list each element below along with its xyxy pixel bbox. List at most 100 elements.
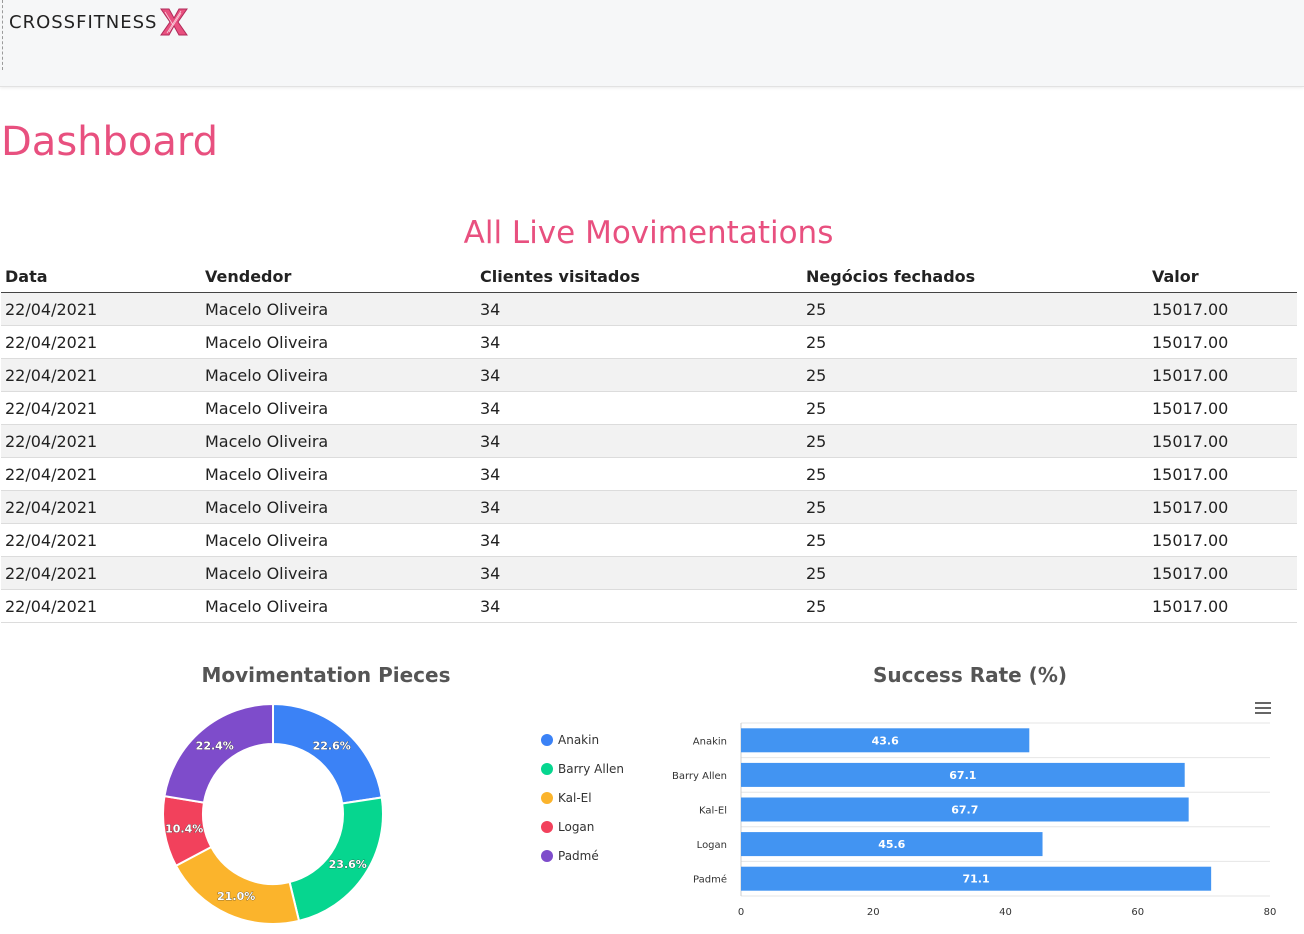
- cell-vendedor: Macelo Oliveira: [201, 556, 476, 590]
- movements-title: All Live Movimentations: [463, 215, 834, 251]
- donut-slice[interactable]: [272, 702, 383, 805]
- bar-chart: Anakin 43.6 Barry Allen 67.1 Kal-El 67.7 Logan…: [672, 722, 1277, 918]
- table-row: 22/04/2021 Macelo Oliveira 34 25 15017.0…: [1, 523, 1297, 557]
- table-row: 22/04/2021 Macelo Oliveira 34 25 15017.0…: [1, 424, 1297, 458]
- x-tick-label: 80: [1264, 907, 1277, 918]
- cell-negocios: 25: [802, 391, 1148, 425]
- cell-vendedor: Macelo Oliveira: [201, 358, 476, 392]
- legend-item-logan[interactable]: Logan: [541, 812, 624, 841]
- donut-data-label: 23.6%: [329, 858, 367, 871]
- legend-marker: [541, 791, 553, 804]
- cell-clientes: 34: [476, 424, 802, 458]
- cell-negocios: 25: [802, 457, 1148, 491]
- table-row: 22/04/2021 Macelo Oliveira 34 25 15017.0…: [1, 292, 1297, 326]
- bar-chart-title: Success Rate (%): [873, 663, 1067, 687]
- cell-clientes: 34: [476, 391, 802, 425]
- legend-label: Padmé: [558, 848, 599, 863]
- column-header-negocios[interactable]: Negócios fechados: [802, 260, 1148, 293]
- cell-negocios: 25: [802, 358, 1148, 392]
- cell-clientes: 34: [476, 292, 802, 326]
- table-row: 22/04/2021 Macelo Oliveira 34 25 15017.0…: [1, 457, 1297, 491]
- page-title: Dashboard: [1, 119, 219, 165]
- donut-slice[interactable]: [163, 702, 274, 804]
- cell-valor: 15017.00: [1148, 490, 1297, 524]
- top-navbar: CROSSFITNESS: [0, 0, 1304, 87]
- x-tick-label: 0: [738, 907, 744, 918]
- column-header-valor[interactable]: Valor: [1148, 260, 1297, 293]
- legend-item-kal-el[interactable]: Kal-El: [541, 783, 624, 812]
- legend-label: Logan: [558, 819, 595, 834]
- legend-label: Anakin: [558, 732, 600, 747]
- legend-marker: [541, 849, 553, 862]
- cell-vendedor: Macelo Oliveira: [201, 457, 476, 491]
- cell-valor: 15017.00: [1148, 325, 1297, 359]
- bar-data-label: 45.6: [878, 838, 905, 851]
- x-tick-label: 60: [1131, 907, 1144, 918]
- cell-clientes: 34: [476, 523, 802, 557]
- cell-vendedor: Macelo Oliveira: [201, 490, 476, 524]
- donut-chart-title: Movimentation Pieces: [201, 663, 451, 687]
- cell-negocios: 25: [802, 490, 1148, 524]
- bar-data-label: 43.6: [872, 734, 899, 747]
- cell-data: 22/04/2021: [1, 391, 201, 425]
- cell-valor: 15017.00: [1148, 424, 1297, 458]
- cell-negocios: 25: [802, 424, 1148, 458]
- cell-valor: 15017.00: [1148, 292, 1297, 326]
- column-header-vendedor[interactable]: Vendedor: [201, 260, 476, 293]
- cell-data: 22/04/2021: [1, 490, 201, 524]
- legend-item-barry-allen[interactable]: Barry Allen: [541, 754, 624, 783]
- legend-marker: [541, 820, 553, 833]
- legend-marker: [541, 733, 553, 746]
- column-header-clientes[interactable]: Clientes visitados: [476, 260, 802, 293]
- legend-item-padme[interactable]: Padmé: [541, 841, 624, 870]
- cell-negocios: 25: [802, 556, 1148, 590]
- cell-vendedor: Macelo Oliveira: [201, 292, 476, 326]
- x-tick-label: 40: [999, 907, 1012, 918]
- legend-label: Kal-El: [558, 790, 592, 805]
- cell-negocios: 25: [802, 292, 1148, 326]
- table-row: 22/04/2021 Macelo Oliveira 34 25 15017.0…: [1, 589, 1297, 623]
- donut-slice[interactable]: [174, 845, 301, 925]
- brand-name: CROSSFITNESS: [9, 11, 158, 33]
- cell-data: 22/04/2021: [1, 457, 201, 491]
- cell-clientes: 34: [476, 457, 802, 491]
- y-tick-label: Anakin: [693, 736, 727, 747]
- table-row: 22/04/2021 Macelo Oliveira 34 25 15017.0…: [1, 391, 1297, 425]
- chart-menu-icon[interactable]: [1255, 702, 1271, 714]
- column-header-data[interactable]: Data: [1, 260, 201, 293]
- cell-vendedor: Macelo Oliveira: [201, 424, 476, 458]
- donut-data-label: 22.4%: [196, 739, 234, 752]
- legend-marker: [541, 762, 553, 775]
- bar-data-label: 71.1: [963, 873, 990, 886]
- y-tick-label: Padmé: [693, 874, 727, 886]
- cell-valor: 15017.00: [1148, 589, 1297, 623]
- navbar-divider: [2, 0, 3, 70]
- table-header-row: Data Vendedor Clientes visitados Negócio…: [1, 260, 1297, 293]
- y-tick-label: Logan: [697, 840, 727, 851]
- cell-valor: 15017.00: [1148, 556, 1297, 590]
- legend-label: Barry Allen: [558, 761, 625, 776]
- cell-valor: 15017.00: [1148, 457, 1297, 491]
- cell-clientes: 34: [476, 358, 802, 392]
- table-row: 22/04/2021 Macelo Oliveira 34 25 15017.0…: [1, 358, 1297, 392]
- cell-vendedor: Macelo Oliveira: [201, 325, 476, 359]
- cell-clientes: 34: [476, 589, 802, 623]
- donut-legend: Anakin Barry Allen Kal-El Logan Padmé: [541, 725, 624, 870]
- cell-negocios: 25: [802, 589, 1148, 623]
- cell-data: 22/04/2021: [1, 589, 201, 623]
- brand-logo[interactable]: CROSSFITNESS: [9, 7, 189, 37]
- donut-data-label: 21.0%: [217, 890, 255, 903]
- cell-clientes: 34: [476, 556, 802, 590]
- cell-clientes: 34: [476, 325, 802, 359]
- table-row: 22/04/2021 Macelo Oliveira 34 25 15017.0…: [1, 325, 1297, 359]
- cell-negocios: 25: [802, 325, 1148, 359]
- cell-vendedor: Macelo Oliveira: [201, 523, 476, 557]
- cell-data: 22/04/2021: [1, 358, 201, 392]
- bar-data-label: 67.7: [951, 804, 978, 817]
- cell-data: 22/04/2021: [1, 424, 201, 458]
- cell-data: 22/04/2021: [1, 523, 201, 557]
- cell-vendedor: Macelo Oliveira: [201, 391, 476, 425]
- legend-item-anakin[interactable]: Anakin: [541, 725, 624, 754]
- movements-table: Data Vendedor Clientes visitados Negócio…: [1, 260, 1297, 623]
- brand-x-icon: [160, 8, 189, 36]
